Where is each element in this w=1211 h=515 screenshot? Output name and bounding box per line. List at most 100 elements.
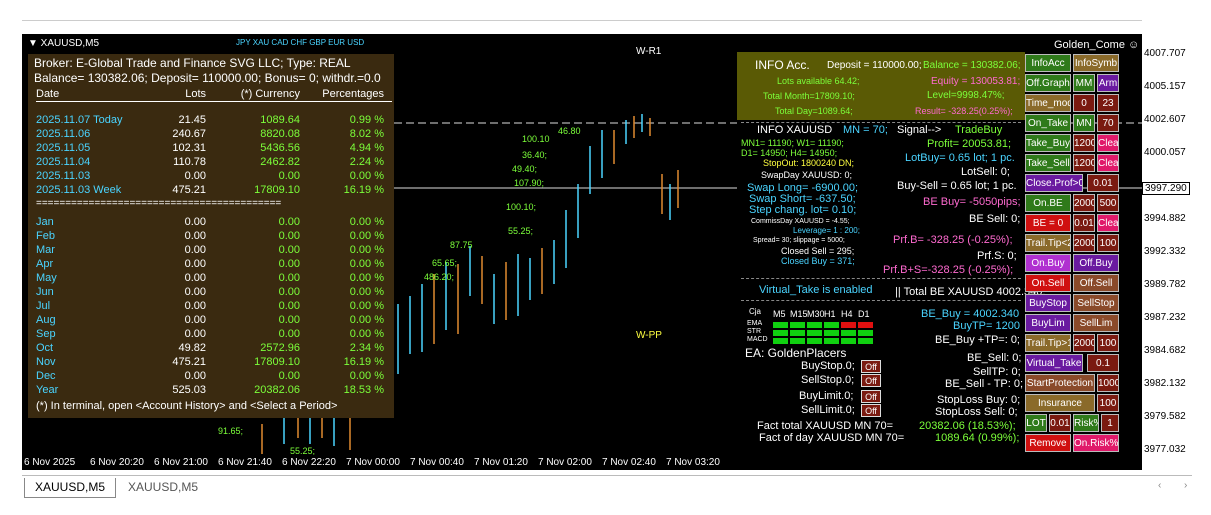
time-label: 7 Nov 02:40 [602,457,656,468]
ea-button[interactable]: Off.Sell [1073,274,1119,292]
timeframe-label: D1 [858,309,870,319]
scroll-right-icon[interactable]: › [1184,480,1187,491]
ea-button[interactable]: 2000 [1073,234,1095,252]
indicator-cell [773,322,788,328]
ea-button[interactable]: 1200 [1073,154,1095,172]
history-cell: Year [36,384,59,396]
ea-button[interactable]: Insurance [1025,394,1095,412]
ea-button[interactable]: SellStop [1073,294,1119,312]
buy-tp: BuyTP= 1200 [953,320,1020,332]
price-chart[interactable]: ▼ XAUUSD,M5 JPY XAU CAD CHF GBP EUR USD … [22,34,1142,470]
ea-button[interactable]: MM [1073,74,1095,92]
ea-button[interactable]: MN [1073,114,1095,132]
ea-button[interactable]: BE = 0 [1025,214,1071,232]
ea-button[interactable]: On_Take [1025,114,1071,132]
history-cell: 525.03 [172,384,206,396]
ea-button[interactable]: Trail.Tip<2 [1025,234,1071,252]
history-cell: 0.00 [184,370,206,382]
history-row: Jan 0.00 0.00 0.00 % [36,216,392,230]
stopout: StopOut: 1800240 DN; [763,158,855,168]
buylimit-count: BuyLimit.0; [799,390,854,402]
ea-button[interactable]: 23 [1097,94,1119,112]
tab-xauusd-m5-active[interactable]: XAUUSD,M5 [24,478,117,498]
ea-button[interactable]: BuyLim [1025,314,1071,332]
spread: Spread= 30; slippage = 5000; [753,237,845,244]
profit-label: 91.65; [218,426,244,436]
profit-value: Profit= 20053.81; [927,138,1012,150]
ea-button[interactable]: BuyStop [1025,294,1071,312]
ea-button[interactable]: Take_Sell [1025,154,1071,172]
ea-button[interactable]: 1000 [1097,374,1119,392]
ea-control-buttons: InfoAccInfoSymbOff.GraphMMArmTime_mode02… [1025,54,1121,454]
ea-button[interactable]: 1200 [1073,134,1095,152]
history-cell: 0.00 [278,314,300,326]
ea-button[interactable]: InfoAcc [1025,54,1071,72]
ea-button[interactable]: Close.Prof>0 [1025,174,1083,192]
tab-xauusd-m5[interactable]: XAUUSD,M5 [118,478,208,498]
indicator-cell [773,330,788,336]
history-cell: 2025.11.03 [36,170,91,182]
ea-button[interactable]: Take_Buy [1025,134,1071,152]
total-be: || Total BE XAUUSD 4002.340; [895,286,1046,298]
off-button[interactable]: Off [861,404,881,417]
ea-button[interactable]: Off.Buy [1073,254,1119,272]
ea-button[interactable]: LOT [1025,414,1047,432]
ea-button[interactable]: Virtual_Take [1025,354,1083,372]
chart-title-right: Golden_Come ☺ [1054,39,1140,51]
ea-button[interactable]: Clear [1097,154,1119,172]
ea-button[interactable]: SellLim [1073,314,1119,332]
ea-button[interactable]: 100 [1097,394,1119,412]
ea-button[interactable]: InfoSymb [1073,54,1119,72]
off-button[interactable]: Off [861,390,881,403]
indicator-cell [841,330,856,336]
ea-button[interactable]: 2000 [1073,334,1095,352]
ea-button[interactable]: 0.01 [1073,214,1095,232]
history-cell: 8820.08 [260,128,300,140]
off-button[interactable]: Off [861,360,881,373]
ea-button[interactable]: On.BE [1025,194,1071,212]
history-cell: 102.31 [172,142,206,154]
history-row: 2025.11.03 Week 475.21 17809.10 16.19 % [36,184,392,198]
timeframe-label: M15 [790,309,808,319]
off-button[interactable]: Off [861,374,881,387]
ea-button[interactable]: 1 [1101,414,1119,432]
ea-button[interactable]: On.Sell [1025,274,1071,292]
history-cell: 16.19 % [343,184,384,196]
ea-button[interactable]: Remove [1025,434,1071,452]
ea-button[interactable]: Risk% [1073,414,1099,432]
ea-button[interactable]: StartProtection [1025,374,1095,392]
ea-button[interactable]: Trail.Tip>1 [1025,334,1071,352]
ea-button[interactable]: Off.Graph [1025,74,1071,92]
profit-label: 100.10 [522,134,550,144]
ea-button[interactable]: 2000 [1073,194,1095,212]
history-cell: 2462.82 [260,156,300,168]
ea-button[interactable]: 100 [1097,234,1119,252]
ea-button[interactable]: 70 [1097,114,1119,132]
ea-button[interactable]: On.Buy [1025,254,1071,272]
history-cell: 5436.56 [260,142,300,154]
mn-value: MN = 70; [843,124,888,136]
history-row: 2025.11.04 110.78 2462.82 2.24 % [36,156,392,170]
scroll-left-icon[interactable]: ‹ [1158,480,1161,491]
ea-button[interactable]: 0.01 [1087,174,1119,192]
history-cell: Jan [36,216,54,228]
profit-label: 46.80 [558,126,581,136]
price-label: 4002.607 [1144,114,1186,125]
history-cell: 17809.10 [254,184,300,196]
ea-button[interactable]: Clear [1097,214,1119,232]
ea-button[interactable]: 0.01 [1049,414,1071,432]
ea-button[interactable]: Arm [1097,74,1119,92]
ea-button[interactable]: 100 [1097,334,1119,352]
ea-button[interactable]: 500 [1097,194,1119,212]
ea-button[interactable]: On.Risk% [1073,434,1119,452]
timeframe-label: M5 [773,309,786,319]
history-row: Nov 475.21 17809.10 16.19 % [36,356,392,370]
chart-tabs-bar: XAUUSD,M5 XAUUSD,M5 ‹ › [22,475,1192,499]
ea-button[interactable]: 0.1 [1087,354,1119,372]
ea-button[interactable]: Clear [1097,134,1119,152]
history-cell: 0.00 % [349,314,384,326]
history-cell: 0.00 [278,216,300,228]
indicator-cell [858,322,873,328]
ea-button[interactable]: 0 [1073,94,1095,112]
ea-button[interactable]: Time_mode [1025,94,1071,112]
